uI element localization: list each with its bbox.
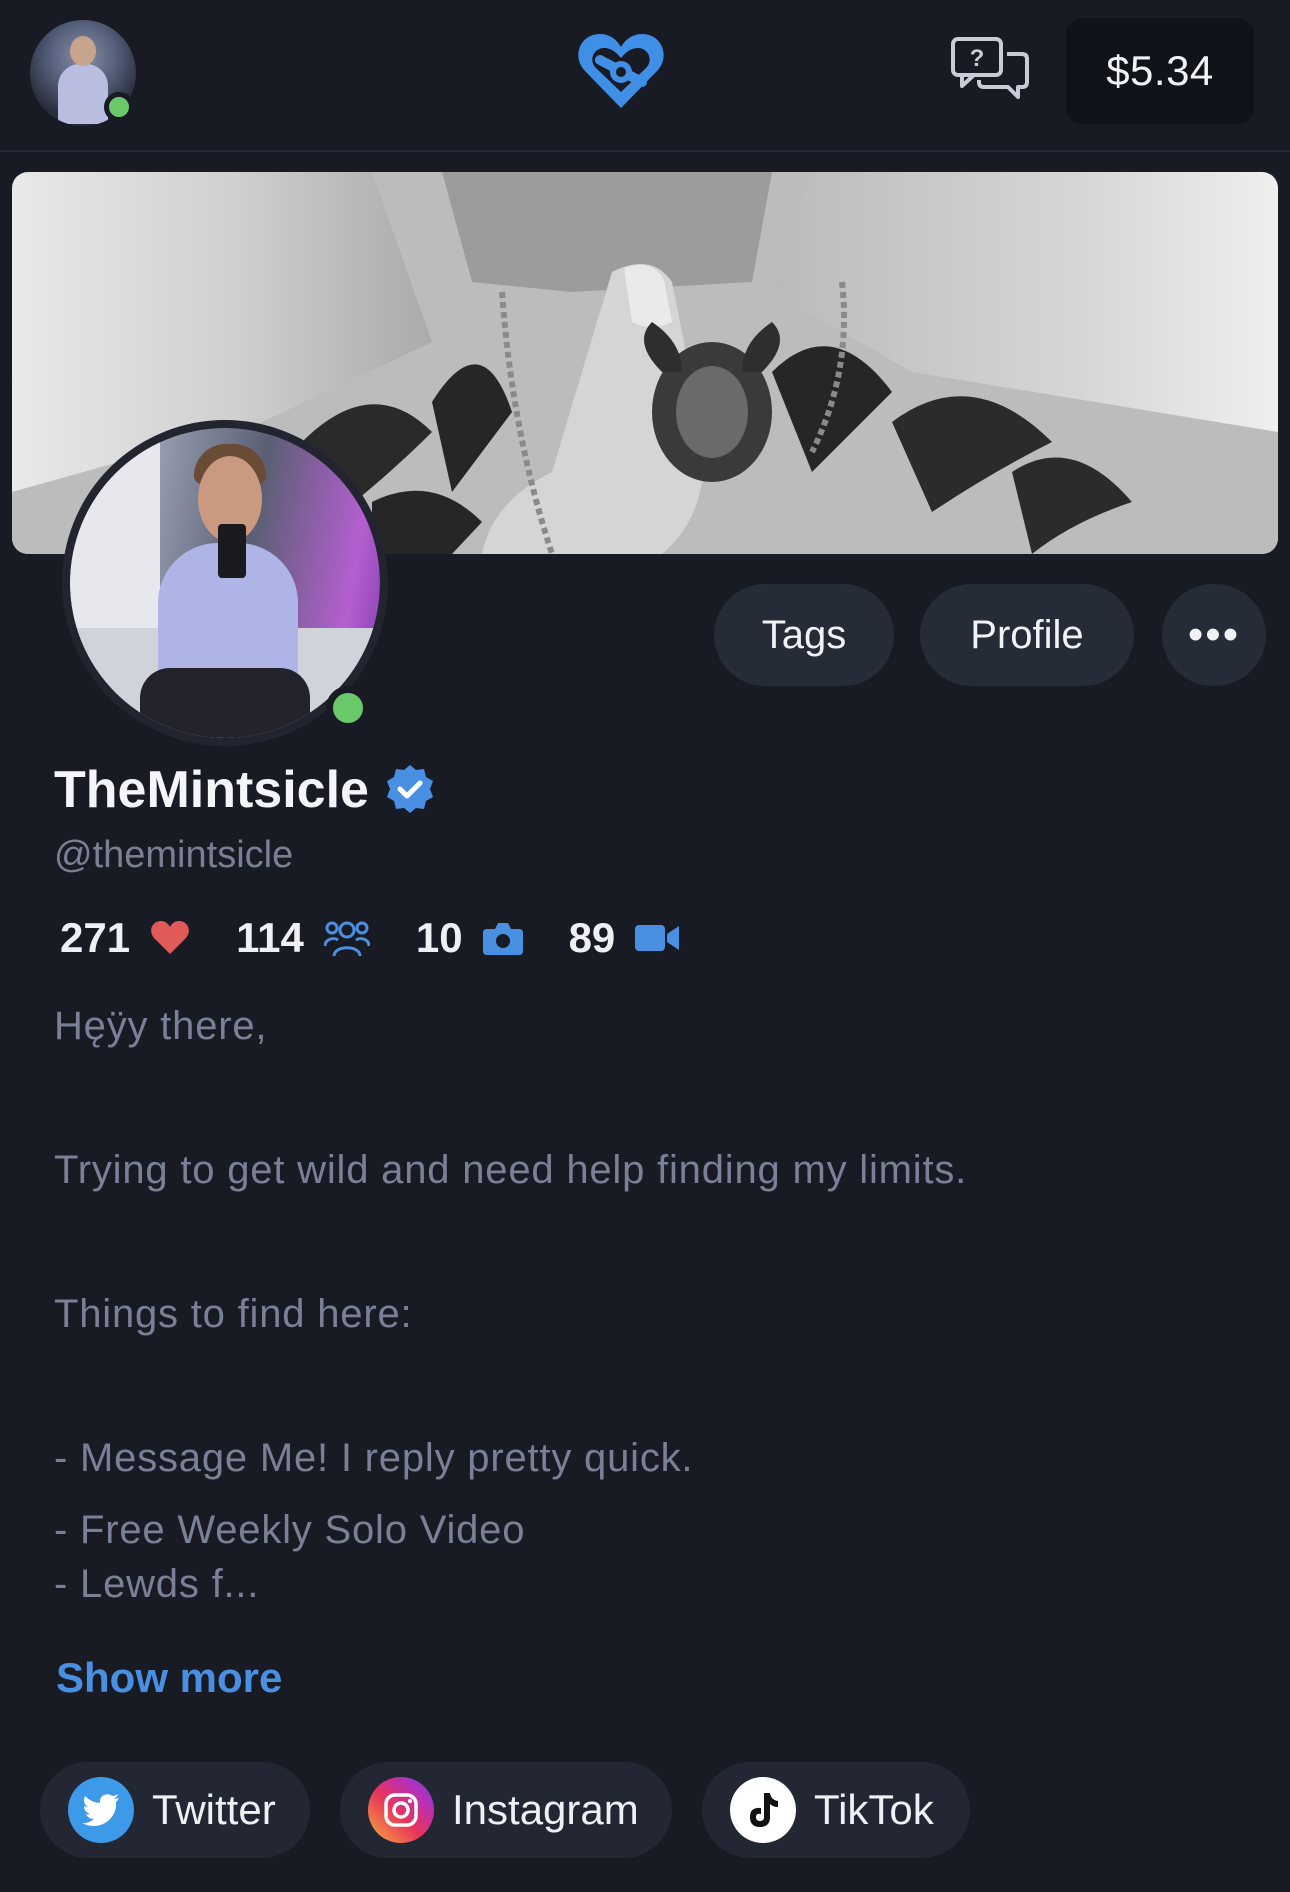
profile-button[interactable]: Profile	[920, 584, 1134, 686]
instagram-label: Instagram	[452, 1786, 639, 1833]
subscribers-stat[interactable]: 114	[236, 914, 370, 962]
tiktok-link[interactable]: TikTok	[702, 1762, 970, 1858]
profile-stats: 271 114 10 89	[60, 912, 725, 964]
more-options-button[interactable]: •••	[1162, 584, 1266, 686]
videos-count: 89	[568, 914, 616, 961]
instagram-link[interactable]: Instagram	[340, 1762, 672, 1858]
twitter-link[interactable]: Twitter	[40, 1762, 310, 1858]
bio-line: - Message Me! I reply pretty quick.	[54, 1436, 694, 1480]
profile-page: ? $5.34 Tags Profile ••• TheMintsicle @t…	[0, 0, 1290, 1892]
twitter-label: Twitter	[152, 1786, 276, 1833]
camera-icon	[482, 923, 523, 955]
svg-text:?: ?	[970, 45, 985, 72]
bio-line: Things to find here:	[54, 1292, 413, 1336]
likes-count: 271	[60, 914, 131, 961]
tiktok-icon	[730, 1777, 796, 1843]
likes-stat[interactable]: 271	[60, 914, 190, 962]
chat-question-icon[interactable]: ?	[950, 36, 1030, 102]
username-handle: @themintsicle	[54, 834, 294, 876]
photos-stat[interactable]: 10	[416, 914, 523, 962]
heart-icon	[151, 921, 189, 954]
wallet-balance-button[interactable]: $5.34	[1066, 18, 1254, 124]
bio-line: - Free Weekly Solo Video	[54, 1508, 526, 1552]
display-name: TheMintsicle	[54, 760, 437, 820]
bio-line: Trying to get wild and need help finding…	[54, 1148, 968, 1192]
photos-count: 10	[415, 914, 463, 961]
tiktok-label: TikTok	[814, 1786, 934, 1833]
instagram-icon	[368, 1777, 434, 1843]
users-icon	[323, 921, 370, 957]
videos-stat[interactable]: 89	[569, 914, 680, 962]
display-name-text: TheMintsicle	[54, 761, 369, 819]
bio-line: Hęÿy there,	[54, 1004, 268, 1048]
top-bar: ? $5.34	[0, 0, 1290, 152]
brand-logo-icon[interactable]	[576, 30, 666, 112]
tags-button[interactable]: Tags	[714, 584, 894, 686]
subscribers-count: 114	[236, 914, 304, 961]
twitter-icon	[68, 1777, 134, 1843]
online-status-dot	[326, 686, 370, 730]
bio-line: - Lewds f...	[54, 1562, 260, 1606]
verified-badge-icon	[386, 765, 433, 813]
show-more-link[interactable]: Show more	[56, 1654, 282, 1702]
online-indicator	[104, 92, 134, 122]
video-icon	[635, 925, 680, 951]
